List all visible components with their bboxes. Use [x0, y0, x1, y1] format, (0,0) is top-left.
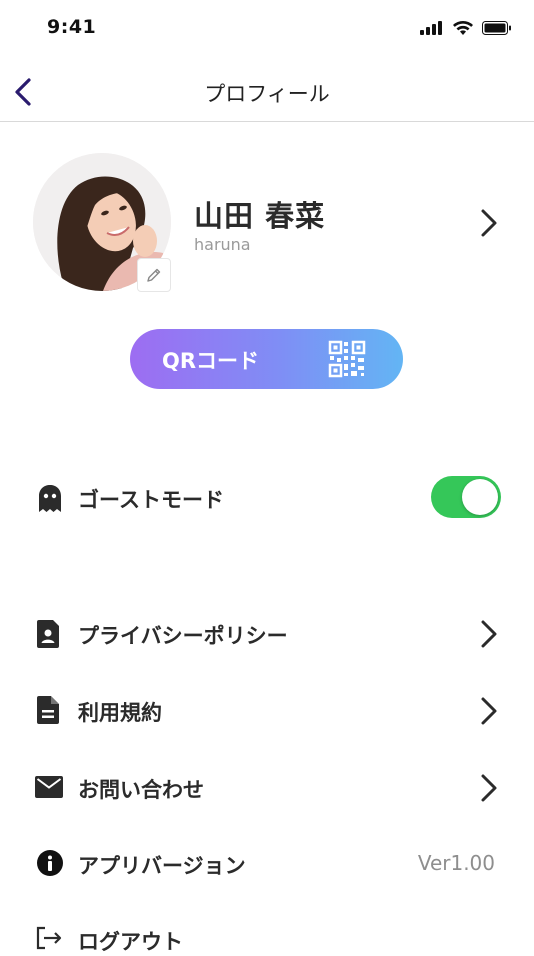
app-version-value: Ver1.00	[417, 851, 495, 875]
logout-icon	[36, 926, 62, 952]
terms-label: 利用規約	[78, 701, 162, 725]
mail-icon	[35, 776, 63, 802]
profile-username: haruna	[194, 235, 251, 254]
chevron-right-icon	[478, 696, 500, 726]
toggle-knob	[462, 479, 498, 515]
status-time: 9:41	[47, 16, 97, 38]
qr-code-button[interactable]: QRコード	[130, 329, 403, 389]
wifi-icon	[453, 21, 473, 35]
document-icon	[37, 696, 63, 724]
page-title: プロフィール	[204, 82, 330, 106]
contact-label: お問い合わせ	[78, 778, 204, 802]
privacy-policy-label: プライバシーポリシー	[78, 624, 288, 648]
chevron-right-icon	[478, 619, 500, 649]
cellular-signal-icon	[420, 21, 442, 35]
app-version-label: アプリバージョン	[78, 854, 246, 878]
logout-label: ログアウト	[78, 930, 183, 954]
qr-code-label: QRコード	[162, 349, 260, 373]
ghost-icon	[37, 484, 63, 512]
privacy-document-icon	[37, 620, 63, 648]
chevron-right-icon	[481, 209, 497, 237]
profile-detail-button[interactable]	[476, 206, 502, 240]
profile-name: 山田 春菜	[194, 199, 326, 233]
header-divider	[0, 121, 534, 122]
ghost-mode-toggle[interactable]	[431, 476, 501, 518]
status-icons	[420, 20, 512, 36]
battery-icon	[482, 21, 511, 35]
info-icon	[37, 850, 63, 876]
ghost-mode-label: ゴーストモード	[78, 488, 224, 512]
qr-code-icon	[328, 340, 366, 378]
edit-avatar-button[interactable]	[137, 258, 171, 292]
pencil-icon	[147, 268, 161, 282]
chevron-right-icon	[478, 773, 500, 803]
